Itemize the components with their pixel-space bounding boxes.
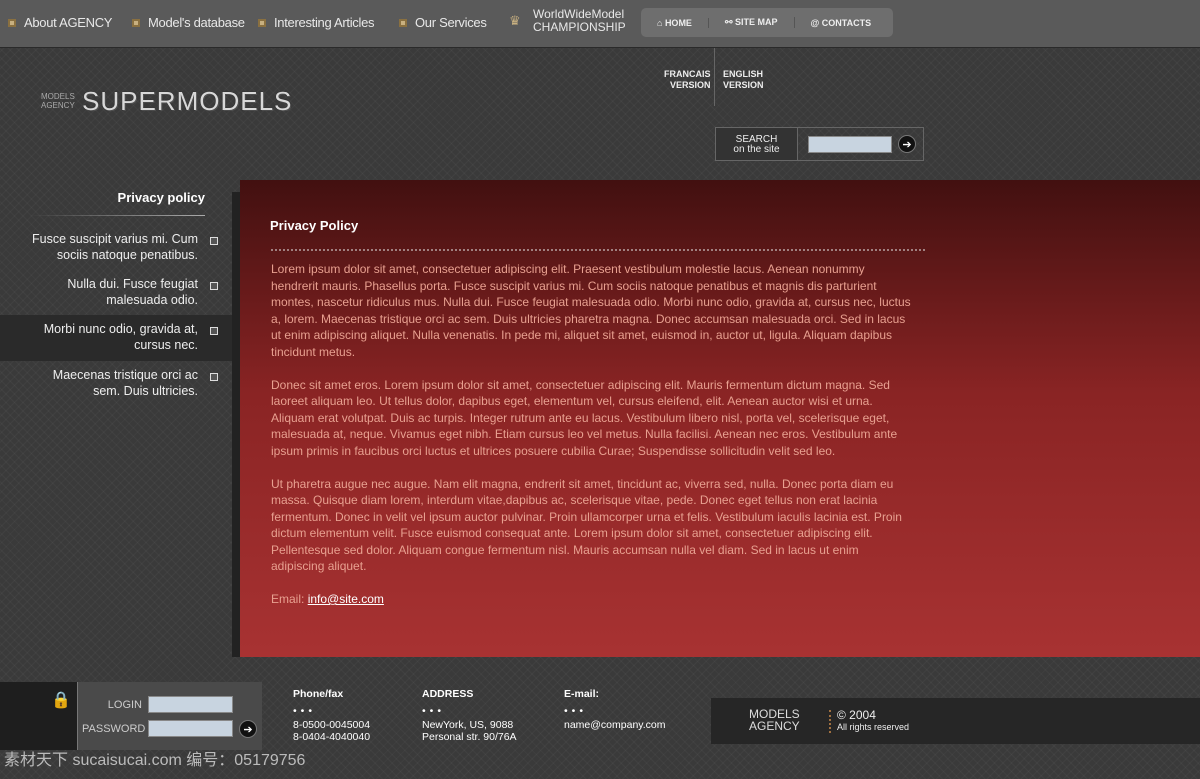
footer-logo: MODELS AGENCY: [749, 708, 800, 732]
footer-logo-line: AGENCY: [749, 719, 800, 733]
sidebar-title: Privacy policy: [117, 190, 205, 205]
copyright-bar: MODELS AGENCY © 2004 All rights reserved: [711, 698, 1200, 744]
lang-english[interactable]: ENGLISH VERSION: [723, 69, 764, 91]
email-label: Email:: [271, 592, 305, 606]
bullet-icon: [210, 327, 218, 335]
search-box: SEARCH on the site ➔: [715, 127, 924, 161]
content-text: Lorem ipsum dolor sit amet, consectetuer…: [271, 261, 911, 624]
footer-email: E-mail: ••• name@company.com: [564, 688, 666, 731]
phone-title: Phone/fax: [293, 688, 344, 700]
divider: [714, 48, 715, 106]
lang-french[interactable]: FRANCAIS VERSION: [664, 69, 711, 91]
nav-label: CHAMPIONSHIP: [533, 20, 626, 34]
phone-1: 8-0500-0045004: [293, 719, 371, 731]
login-submit-button[interactable]: ➔: [239, 720, 257, 738]
home-label: HOME: [664, 17, 692, 28]
nav-label: About AGENCY: [24, 15, 113, 30]
sitemap-label: SITE MAP: [734, 17, 778, 27]
item-line: Maecenas tristique orci ac: [52, 368, 198, 382]
sidebar-item[interactable]: Maecenas tristique orci ac sem. Duis ultr…: [0, 361, 232, 407]
contacts-label: CONTACTS: [821, 17, 872, 28]
password-label: PASSWORD: [82, 723, 146, 735]
dots: •••: [564, 705, 588, 717]
sidebar-item[interactable]: Fusce suscipit varius mi. Cum sociis nato…: [0, 225, 232, 271]
footer-email-address[interactable]: name@company.com: [564, 719, 666, 731]
contacts-link[interactable]: @ CONTACTS: [795, 18, 888, 28]
email-link[interactable]: info@site.com: [308, 592, 384, 606]
lang-label: VERSION: [669, 80, 711, 90]
bullet-icon: [210, 282, 218, 290]
content-panel: Privacy Policy Lorem ipsum dolor sit ame…: [240, 180, 1200, 657]
divider: [30, 215, 205, 216]
bullet-icon: [210, 373, 218, 381]
email-line: Email: info@site.com: [271, 591, 911, 608]
nav-database[interactable]: Model's database: [132, 15, 245, 30]
sidebar: Privacy policy Fusce suscipit varius mi.…: [0, 180, 232, 657]
paragraph: Ut pharetra augue nec augue. Nam elit ma…: [271, 476, 902, 574]
search-label: SEARCH on the site: [716, 128, 798, 160]
copyright-year: © 2004: [837, 708, 876, 722]
address-title: ADDRESS: [422, 688, 474, 700]
sidebar-item[interactable]: Nulla dui. Fusce feugiat malesuada odio.: [0, 270, 232, 316]
logo-small-line: MODELS: [41, 92, 75, 101]
logo[interactable]: SUPERMODELS: [82, 86, 292, 117]
nav-articles[interactable]: Interesting Articles: [258, 15, 375, 30]
address-2: Personal str. 90/76A: [422, 731, 517, 743]
footer-phone: Phone/fax ••• 8-0500-0045004 8-0404-4040040: [293, 688, 370, 743]
lang-label: ENGLISH: [723, 69, 764, 79]
login-label: LOGIN: [107, 699, 142, 711]
password-input[interactable]: [148, 720, 233, 737]
item-line: cursus nec.: [134, 338, 198, 352]
search-label-2: on the site: [733, 144, 780, 155]
lock-icon: 🔒: [51, 692, 71, 709]
address-1: NewYork, US, 9088: [422, 719, 514, 731]
nav-label: Our Services: [415, 15, 487, 30]
utility-nav: ⌂ HOME ⚯ SITE MAP @ CONTACTS: [641, 8, 893, 37]
lang-label: VERSION: [723, 80, 764, 90]
bullet-icon: [8, 18, 16, 27]
nav-about[interactable]: About AGENCY: [8, 15, 112, 30]
bullet-icon: [210, 237, 218, 245]
lang-label: FRANCAIS: [664, 69, 711, 79]
home-link[interactable]: ⌂ HOME: [641, 17, 709, 28]
bullet-icon: [132, 18, 140, 27]
nav-services[interactable]: Our Services: [399, 15, 487, 30]
item-line: Fusce suscipit varius mi. Cum: [31, 232, 198, 246]
logo-small-line: AGENCY: [41, 101, 75, 110]
dots: •••: [422, 705, 446, 717]
watermark: 素材天下 sucaisucai.com 编号：05179756: [4, 752, 306, 769]
sidebar-item-active[interactable]: Morbi nunc odio, gravida at, cursus nec.: [0, 315, 232, 361]
crown-icon: ♛: [509, 13, 521, 28]
nav-championship[interactable]: WorldWideModel CHAMPIONSHIP: [533, 8, 626, 34]
copyright: © 2004 All rights reserved: [829, 708, 910, 733]
sitemap-link[interactable]: ⚯ SITE MAP: [709, 17, 795, 28]
paragraph: Donec sit amet eros. Lorem ipsum dolor s…: [271, 377, 898, 458]
bullet-icon: [399, 18, 407, 27]
nav-label: Interesting Articles: [274, 15, 375, 30]
item-line: Morbi nunc odio, gravida at,: [43, 322, 198, 336]
phone-2: 8-0404-4040040: [293, 731, 371, 743]
item-line: sociis natoque penatibus.: [56, 248, 198, 262]
item-line: sem. Duis ultricies.: [93, 384, 198, 398]
item-line: malesuada odio.: [106, 293, 198, 307]
rights: All rights reserved: [837, 722, 910, 732]
email-title: E-mail:: [564, 688, 600, 700]
search-go-button[interactable]: ➔: [898, 135, 916, 153]
login-input[interactable]: [148, 696, 233, 713]
item-line: Nulla dui. Fusce feugiat: [67, 277, 198, 291]
divider: [271, 249, 925, 251]
bullet-icon: [258, 18, 266, 27]
search-input[interactable]: [808, 135, 892, 153]
dots: •••: [293, 705, 317, 717]
page-title: Privacy Policy: [270, 218, 359, 233]
nav-label: Model's database: [148, 15, 245, 30]
divider: [232, 192, 240, 657]
footer-address: ADDRESS ••• NewYork, US, 9088 Personal str.…: [422, 688, 517, 743]
logo-subtitle: MODELS AGENCY: [41, 92, 75, 110]
paragraph: Lorem ipsum dolor sit amet, consectetuer…: [271, 262, 911, 359]
